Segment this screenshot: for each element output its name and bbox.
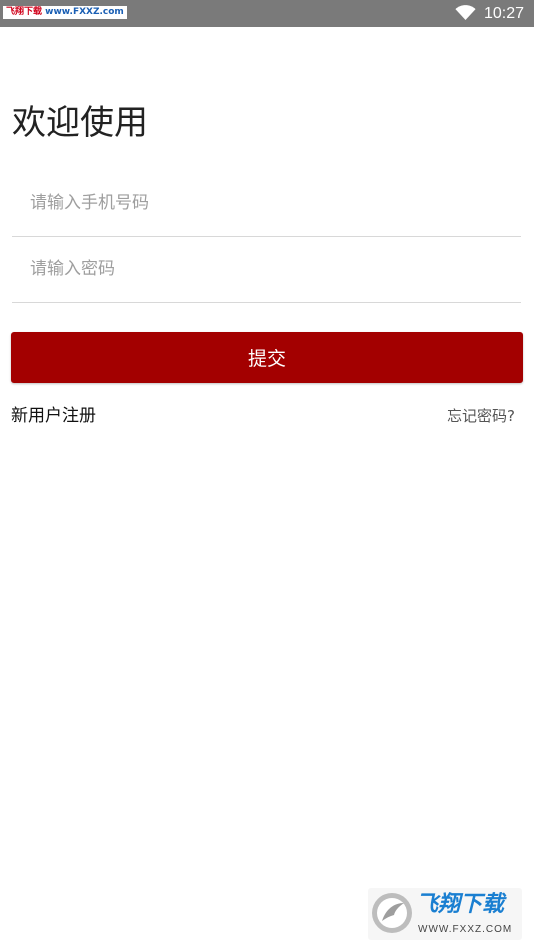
page-title: 欢迎使用: [12, 102, 148, 143]
submit-button[interactable]: 提交: [11, 332, 523, 383]
password-field-container: [12, 237, 521, 303]
corner-watermark: 飞翔下载 WWW.FXXZ.COM: [368, 888, 522, 940]
phone-input[interactable]: [30, 171, 500, 235]
corner-watermark-url: WWW.FXXZ.COM: [418, 924, 513, 935]
phone-field-container: [12, 171, 521, 237]
watermark-site-name: 飞翔下载: [6, 7, 43, 17]
watermark-url: www.FXXZ.com: [45, 7, 124, 17]
watermark-tag: 飞翔下载 www.FXXZ.com: [3, 6, 127, 19]
register-link[interactable]: 新用户注册: [11, 404, 96, 428]
password-input[interactable]: [30, 237, 500, 301]
status-clock: 10:27: [483, 5, 524, 22]
fxxz-logo-icon: [372, 893, 412, 933]
forgot-password-link[interactable]: 忘记密码?: [447, 405, 515, 427]
corner-watermark-name: 飞翔下载: [416, 892, 505, 917]
status-bar: 飞翔下载 www.FXXZ.com 10:27: [0, 0, 534, 27]
wifi-icon: [455, 5, 476, 20]
